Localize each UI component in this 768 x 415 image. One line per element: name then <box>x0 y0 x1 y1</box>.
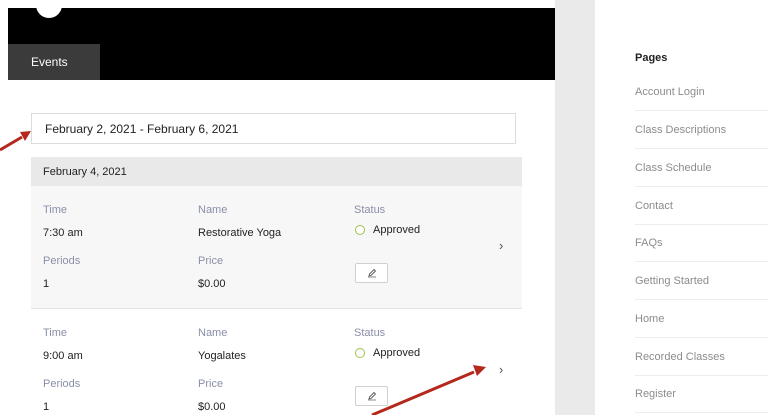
sidebar: Pages Account Login Class Descriptions C… <box>595 0 768 415</box>
pencil-icon <box>367 391 376 401</box>
status-label: Status <box>354 204 386 216</box>
edit-button[interactable] <box>355 263 388 283</box>
sidebar-item-register[interactable]: Register <box>635 376 768 413</box>
event-card[interactable]: Time 7:30 am Name Restorative Yoga Statu… <box>31 186 522 308</box>
sidebar-item-account-login[interactable]: Account Login <box>635 74 768 111</box>
sidebar-item-class-descriptions[interactable]: Class Descriptions <box>635 112 768 149</box>
date-range-field[interactable]: February 2, 2021 - February 6, 2021 <box>31 113 516 144</box>
day-header: February 4, 2021 <box>31 157 522 186</box>
event-time: 9:00 am <box>43 350 83 362</box>
chevron-right-icon[interactable]: › <box>499 238 503 253</box>
sidebar-item-recorded-classes[interactable]: Recorded Classes <box>635 339 768 376</box>
periods-label: Periods <box>43 378 81 390</box>
event-price: $0.00 <box>198 401 226 413</box>
sidebar-item-getting-started[interactable]: Getting Started <box>635 263 768 300</box>
periods-label: Periods <box>43 255 81 267</box>
edit-button[interactable] <box>355 386 388 406</box>
event-time: 7:30 am <box>43 227 83 239</box>
sidebar-title: Pages <box>635 52 668 64</box>
chevron-right-icon[interactable]: › <box>499 362 503 377</box>
event-periods: 1 <box>43 401 50 413</box>
logo[interactable] <box>36 0 62 18</box>
event-card[interactable]: Time 9:00 am Name Yogalates Status Appro… <box>31 308 522 415</box>
event-status: Approved <box>373 347 421 359</box>
time-label: Time <box>43 204 68 216</box>
event-name: Restorative Yoga <box>198 227 282 239</box>
status-icon <box>355 225 365 235</box>
tab-events[interactable]: Events <box>8 44 100 80</box>
sidebar-item-contact[interactable]: Contact <box>635 188 768 225</box>
sidebar-item-faqs[interactable]: FAQs <box>635 225 768 262</box>
name-label: Name <box>198 204 228 216</box>
event-name: Yogalates <box>198 350 246 362</box>
status-label: Status <box>354 327 386 339</box>
pencil-icon <box>367 268 376 278</box>
event-periods: 1 <box>43 278 50 290</box>
price-label: Price <box>198 378 224 390</box>
event-status: Approved <box>373 224 421 236</box>
status-icon <box>355 348 365 358</box>
sidebar-item-home[interactable]: Home <box>635 301 768 338</box>
name-label: Name <box>198 327 228 339</box>
price-label: Price <box>198 255 224 267</box>
time-label: Time <box>43 327 68 339</box>
main-panel: Events February 2, 2021 - February 6, 20… <box>0 0 555 415</box>
sidebar-item-class-schedule[interactable]: Class Schedule <box>635 150 768 187</box>
event-price: $0.00 <box>198 278 226 290</box>
